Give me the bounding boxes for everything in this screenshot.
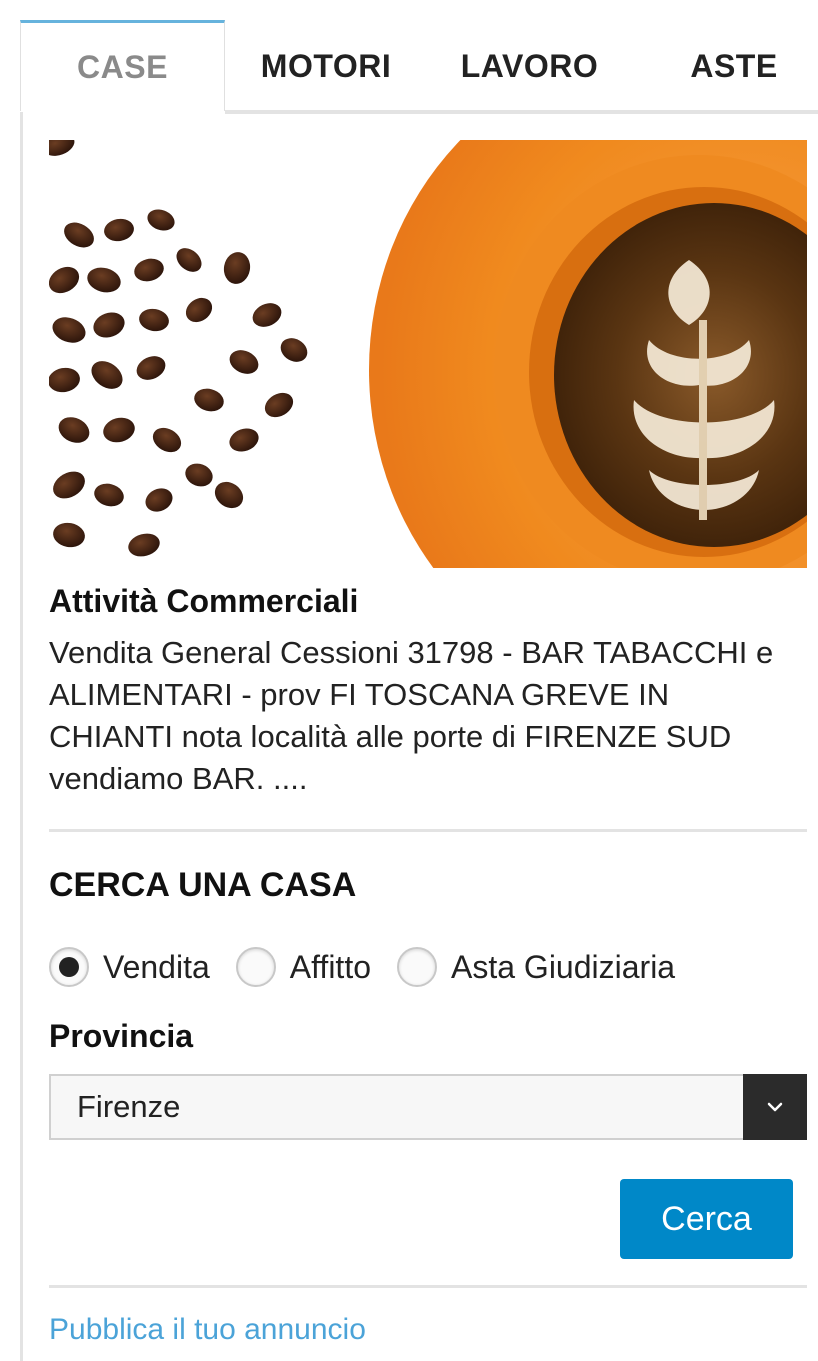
radio-label[interactable]: Asta Giudiziaria — [451, 949, 675, 986]
search-button[interactable]: Cerca — [620, 1179, 793, 1259]
tab-motori[interactable]: MOTORI — [225, 20, 427, 112]
province-select[interactable]: Firenze — [49, 1074, 807, 1140]
radio-circle[interactable] — [49, 947, 89, 987]
province-select-value: Firenze — [77, 1089, 181, 1124]
radio-circle[interactable] — [397, 947, 437, 987]
radio-affitto[interactable]: Affitto — [235, 947, 371, 987]
widget-left-border — [20, 112, 23, 1361]
radio-label[interactable]: Vendita — [103, 949, 210, 986]
radio-circle[interactable] — [235, 947, 276, 987]
listing-image[interactable] — [49, 140, 807, 568]
province-label: Provincia — [49, 1018, 194, 1054]
listing-description[interactable]: Vendita General Cessioni 31798 - BAR TAB… — [49, 632, 799, 800]
chevron-down-icon[interactable] — [743, 1074, 807, 1140]
radio-label[interactable]: Affitto — [290, 949, 371, 986]
category-tabs: CASE MOTORI LAVORO ASTE — [20, 20, 818, 114]
tab-aste[interactable]: ASTE — [632, 20, 818, 112]
listing-category[interactable]: Attività Commerciali — [49, 583, 358, 620]
contract-type-radios: Vendita Affitto Asta Giudiziaria — [49, 942, 701, 992]
divider — [49, 829, 807, 832]
radio-asta-giudiziaria[interactable]: Asta Giudiziaria — [397, 947, 675, 987]
search-title: CERCA UNA CASA — [49, 866, 357, 904]
publish-ad-link[interactable]: Pubblica il tuo annuncio — [49, 1313, 366, 1347]
radio-vendita[interactable]: Vendita — [49, 947, 210, 987]
radio-selected-dot — [59, 957, 79, 977]
divider — [49, 1285, 807, 1288]
tab-lavoro[interactable]: LAVORO — [427, 20, 632, 112]
coffee-image — [49, 140, 807, 568]
tab-case[interactable]: CASE — [20, 20, 225, 111]
tabs-underline — [225, 110, 818, 114]
